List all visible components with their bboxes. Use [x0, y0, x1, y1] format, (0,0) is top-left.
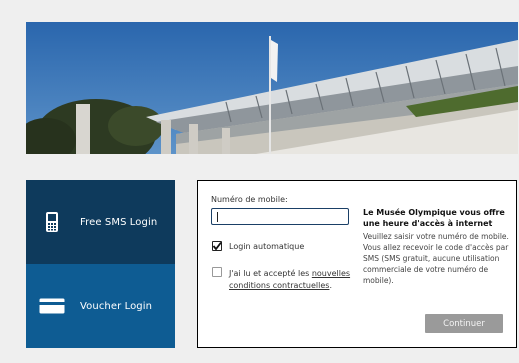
terms-label: J'ai lu et accepté les nouvelles conditi… — [229, 268, 369, 292]
tab-voucher-label: Voucher Login — [80, 300, 153, 312]
checkmark-icon — [212, 241, 222, 251]
tab-voucher-login[interactable]: Voucher Login — [26, 264, 175, 348]
mobile-phone-icon — [38, 211, 66, 233]
login-method-panel: Free SMS Login Voucher Login — [26, 180, 175, 348]
text-cursor — [217, 212, 218, 222]
auto-login-checkbox[interactable] — [212, 241, 222, 251]
sms-login-form: Numéro de mobile: Login automatique J'ai… — [197, 180, 517, 348]
terms-prefix: J'ai lu et accepté les — [229, 269, 312, 278]
museum-photo — [26, 22, 518, 154]
continue-button[interactable]: Continuer — [425, 314, 503, 333]
offer-description: Veuillez saisir votre numéro de mobile. … — [363, 232, 509, 285]
credit-card-icon — [38, 298, 66, 314]
auto-login-label: Login automatique — [229, 242, 305, 251]
mobile-number-label: Numéro de mobile: — [211, 195, 288, 204]
tab-free-sms-login[interactable]: Free SMS Login — [26, 180, 175, 264]
offer-title: Le Musée Olympique vous offre une heure … — [363, 208, 505, 228]
terms-suffix: . — [329, 281, 332, 290]
hero-banner-image — [26, 22, 518, 154]
tab-sms-label: Free SMS Login — [80, 216, 158, 228]
terms-checkbox[interactable] — [212, 267, 222, 277]
mobile-number-input[interactable] — [211, 208, 349, 225]
